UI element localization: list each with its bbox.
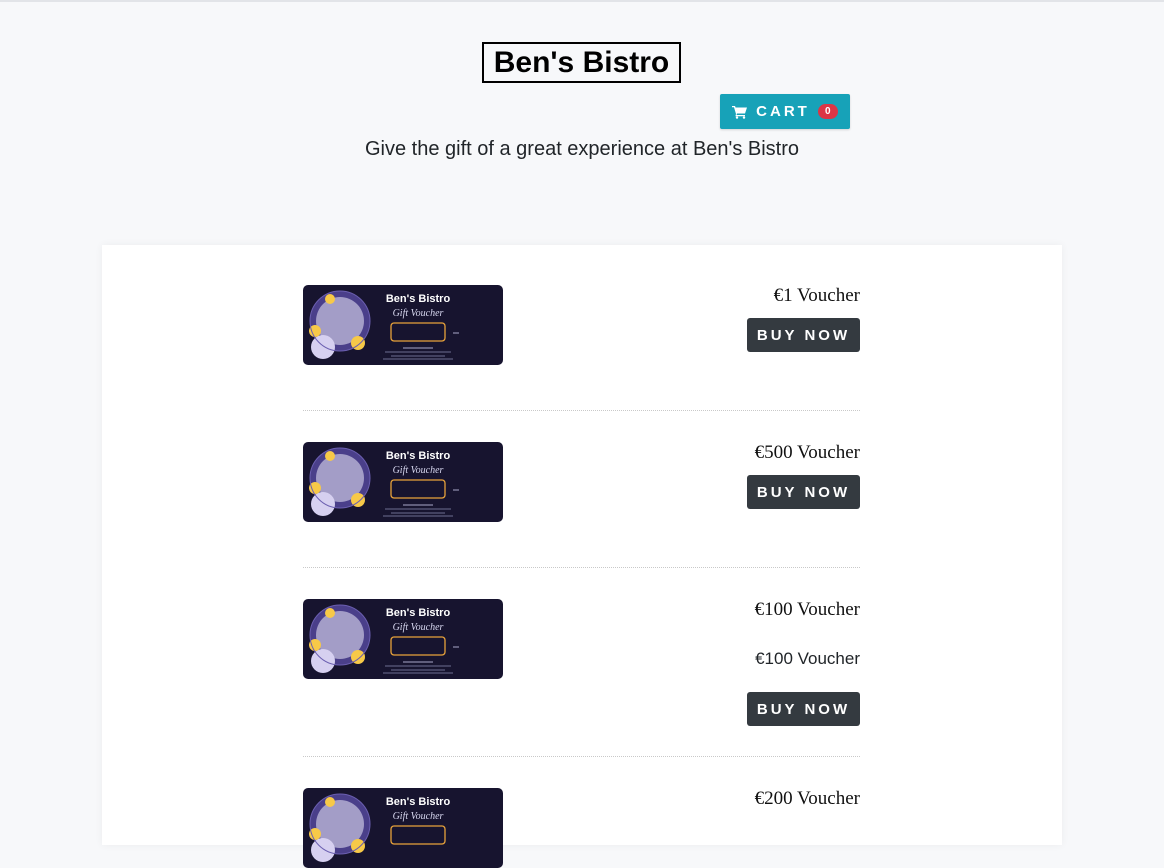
voucher-image: Ben's Bistro Gift Voucher	[303, 442, 503, 522]
voucher-image: Ben's Bistro Gift Voucher	[303, 599, 503, 679]
svg-text:Ben's Bistro: Ben's Bistro	[386, 450, 451, 462]
cart-button[interactable]: CART 0	[720, 94, 850, 129]
list-item: Ben's Bistro Gift Voucher €1 Voucher BUY…	[303, 245, 860, 411]
svg-text:Gift Voucher: Gift Voucher	[393, 811, 444, 822]
voucher-title: €200 Voucher	[754, 788, 860, 809]
svg-text:Ben's Bistro: Ben's Bistro	[386, 607, 451, 619]
svg-text:Gift Voucher: Gift Voucher	[393, 308, 444, 319]
tagline: Give the gift of a great experience at B…	[364, 138, 800, 160]
list-item: Ben's Bistro Gift Voucher €500 Voucher B…	[303, 402, 860, 568]
list-item: Ben's Bistro Gift Voucher €100 Voucher €…	[303, 559, 860, 757]
buy-now-button[interactable]: BUY NOW	[747, 475, 860, 509]
list-item: Ben's Bistro Gift Voucher €200 Voucher	[303, 748, 860, 868]
page-title: Ben's Bistro	[482, 42, 681, 83]
voucher-title: €500 Voucher	[754, 442, 860, 463]
buy-now-button[interactable]: BUY NOW	[747, 692, 860, 726]
buy-now-button[interactable]: BUY NOW	[747, 318, 860, 352]
cart-label: CART	[756, 103, 810, 120]
voucher-title: €1 Voucher	[773, 285, 860, 306]
cart-icon	[732, 105, 748, 119]
svg-text:Ben's Bistro: Ben's Bistro	[386, 293, 451, 305]
cart-count-badge: 0	[817, 104, 838, 119]
voucher-description: €100 Voucher	[755, 649, 860, 668]
svg-text:Ben's Bistro: Ben's Bistro	[386, 796, 451, 808]
voucher-image: Ben's Bistro Gift Voucher	[303, 285, 503, 365]
product-list: Ben's Bistro Gift Voucher €1 Voucher BUY…	[102, 245, 1062, 868]
page-header: Ben's Bistro CART 0 Give the gift of a g…	[0, 0, 1164, 200]
voucher-image: Ben's Bistro Gift Voucher	[303, 788, 503, 868]
svg-text:Gift Voucher: Gift Voucher	[393, 465, 444, 476]
svg-text:Gift Voucher: Gift Voucher	[393, 622, 444, 633]
voucher-title: €100 Voucher	[754, 599, 860, 620]
